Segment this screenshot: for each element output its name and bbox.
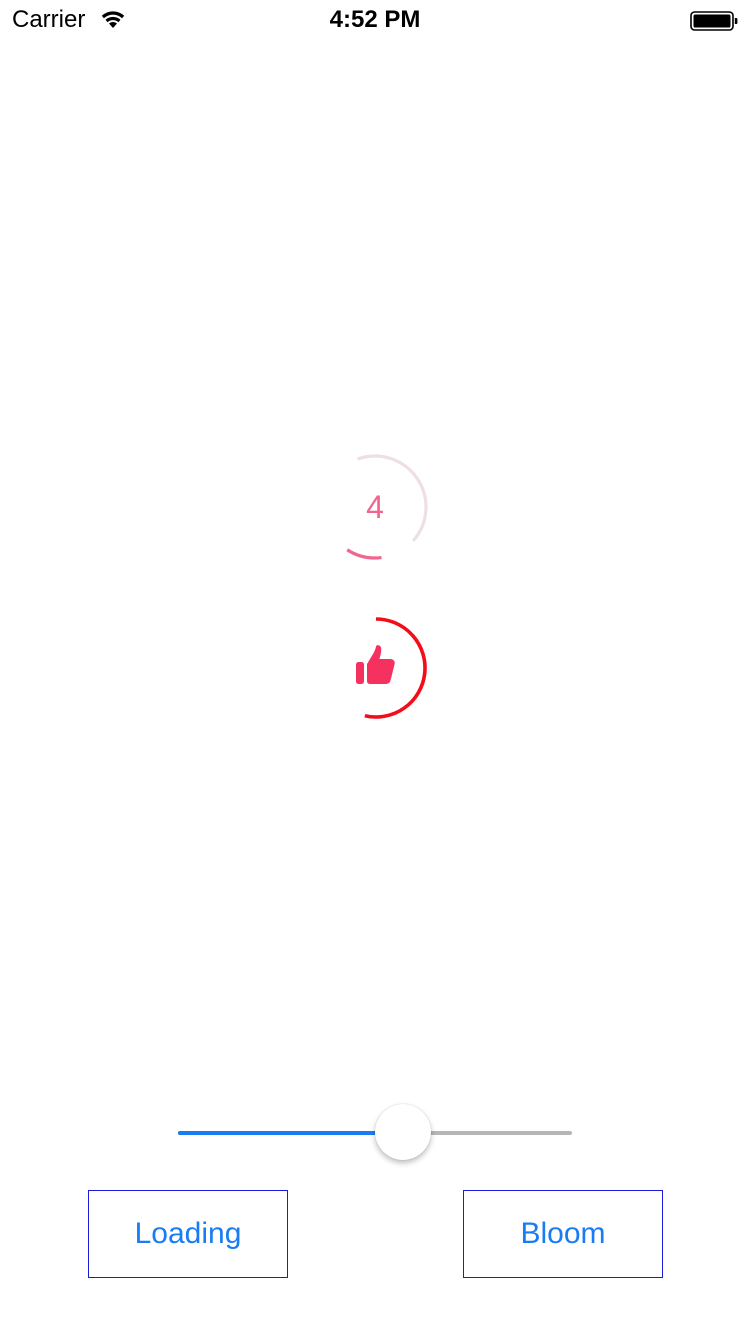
thumbs-up-icon: [356, 645, 395, 684]
progress-slider[interactable]: [178, 1104, 572, 1162]
status-bar: Carrier 4:52 PM: [0, 0, 750, 40]
status-time: 4:52 PM: [329, 6, 421, 33]
bloom-button[interactable]: Bloom: [463, 1190, 663, 1278]
loading-button[interactable]: Loading: [88, 1190, 288, 1278]
progress-value: 4: [366, 489, 384, 525]
slider-min-track: [178, 1131, 403, 1135]
slider-thumb[interactable]: [374, 1104, 431, 1160]
like-button[interactable]: [350, 640, 402, 692]
battery-full-icon: [690, 11, 738, 31]
screen: Carrier 4:52 PM 4 Loading Bloom: [0, 0, 750, 1334]
